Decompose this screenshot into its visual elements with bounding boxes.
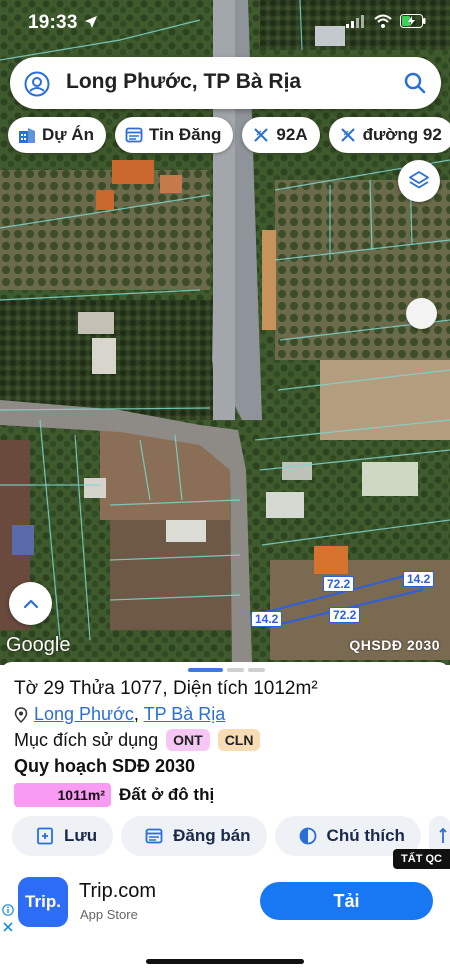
status-icons <box>346 14 426 28</box>
post-for-sale-button[interactable]: Đăng bán <box>121 816 267 856</box>
ad-install-button[interactable]: Tải <box>260 882 433 920</box>
plan-area-value: 1011m² <box>14 783 111 807</box>
qhsdd-label: QHSDĐ 2030 <box>349 637 440 653</box>
page-dot-active <box>188 668 223 672</box>
save-button[interactable]: Lưu <box>12 816 114 856</box>
save-label: Lưu <box>64 826 98 845</box>
satellite-map[interactable]: 72.2 14.2 14.2 72.2 19:33 Long Phước, TP… <box>0 0 450 665</box>
legend-label: Chú thích <box>326 826 405 845</box>
save-icon <box>37 827 53 845</box>
chip-label: 92A <box>276 125 308 144</box>
chip-92a[interactable]: 92A <box>242 117 320 153</box>
location-separator: , <box>133 704 144 724</box>
listing-icon <box>145 828 163 844</box>
parcel-dimension-label: 14.2 <box>403 571 435 587</box>
chevron-up-icon <box>23 599 38 608</box>
parcel-info-sheet[interactable]: Tờ 29 Thửa 1077, Diện tích 1012m² Long P… <box>0 662 450 974</box>
status-time: 19:33 <box>28 12 78 33</box>
chip-duong-92[interactable]: đường 92 <box>328 117 450 153</box>
chip-du-an[interactable]: Dự Án <box>8 117 106 153</box>
action-buttons: Lưu Đăng bán Chú thích <box>12 816 450 856</box>
location-arrow-icon <box>85 16 97 28</box>
legend-icon <box>299 827 316 845</box>
parcel-dimension-label: 14.2 <box>251 611 283 627</box>
map-marker-dot[interactable] <box>406 298 437 329</box>
user-profile-icon[interactable] <box>24 71 50 97</box>
search-input[interactable]: Long Phước, TP Bà Rịa <box>66 70 301 94</box>
city-link[interactable]: TP Bà Rịa <box>144 704 226 724</box>
chip-label: Tin Đăng <box>148 125 222 144</box>
building-icon <box>19 128 35 143</box>
calendar-list-icon <box>125 127 143 143</box>
parcel-dimension-label: 72.2 <box>329 607 361 623</box>
status-bar: 19:33 <box>0 0 450 46</box>
post-for-sale-label: Đăng bán <box>173 826 251 845</box>
search-icon[interactable] <box>403 71 427 95</box>
search-bar[interactable]: Long Phước, TP Bà Rịa <box>10 57 441 109</box>
page-dot <box>248 668 265 672</box>
land-purpose-row: Mục đích sử dụng ONT CLN <box>14 729 261 751</box>
page-indicator <box>188 668 265 672</box>
ad-banner[interactable]: Trip. Trip.com App Store Tải <box>0 870 450 938</box>
ward-link[interactable]: Long Phước <box>34 704 134 724</box>
ad-app-store: App Store <box>80 907 138 922</box>
sort-arrows-icon <box>439 827 447 843</box>
chip-label: đường 92 <box>362 125 442 144</box>
page-dot <box>227 668 244 672</box>
plan-area-row: 1011m² Đất ở đô thị <box>14 783 214 807</box>
wifi-icon <box>374 14 392 28</box>
purpose-label: Mục đích sử dụng <box>14 729 159 750</box>
ruler-icon <box>340 128 355 142</box>
ruler-icon <box>254 128 269 142</box>
ad-info-icon[interactable] <box>2 904 14 916</box>
home-indicator[interactable] <box>146 959 304 964</box>
chip-label: Dự Án <box>42 125 94 144</box>
filter-chips: Dự Án Tin Đăng 92A đường 92 <box>8 117 450 153</box>
location-row: Long Phước, TP Bà Rịa <box>14 704 225 725</box>
hide-ads-button[interactable]: TẤT QC <box>393 849 450 869</box>
layers-icon <box>409 171 429 189</box>
expand-up-button[interactable] <box>9 582 52 625</box>
purpose-badge-cln[interactable]: CLN <box>217 729 261 751</box>
plan-title: Quy hoạch SDĐ 2030 <box>14 756 196 776</box>
parcel-dimension-label: 72.2 <box>323 576 355 592</box>
ad-close-icon[interactable] <box>3 922 13 932</box>
ad-app-name[interactable]: Trip.com <box>79 880 156 903</box>
google-logo: Google <box>6 634 71 656</box>
battery-charging-icon <box>400 14 426 28</box>
parcel-title: Tờ 29 Thửa 1077, Diện tích 1012m² <box>14 678 318 699</box>
chip-tin-dang[interactable]: Tin Đăng <box>114 117 234 153</box>
map-pin-icon <box>14 706 28 723</box>
plan-area-label: Đất ở đô thị <box>119 785 215 804</box>
map-layers-button[interactable] <box>398 160 440 202</box>
ad-app-icon[interactable]: Trip. <box>18 877 68 927</box>
cellular-signal-icon <box>346 15 364 28</box>
purpose-badge-ont[interactable]: ONT <box>166 729 210 751</box>
